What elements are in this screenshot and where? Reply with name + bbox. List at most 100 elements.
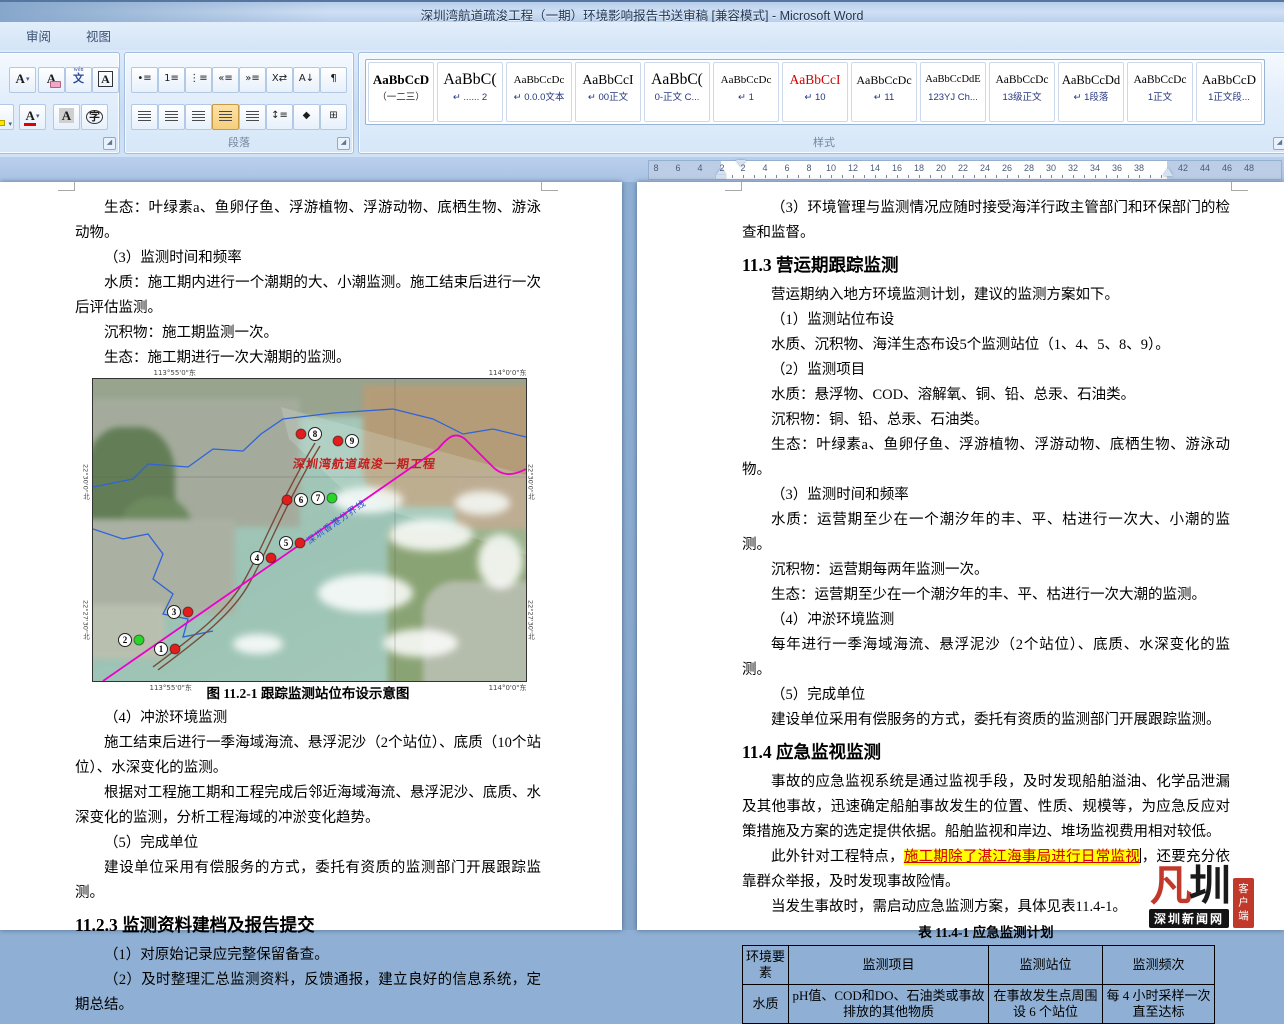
line-spacing-icon: ↕≡ [271,110,288,121]
paragraph: 水质：运营期至少在一个潮汐年的丰、平、枯进行一次大、小潮的监测。 [742,508,1230,558]
monitoring-station-2: 2 [118,634,144,647]
coord-label: 113°55'0"东 [150,683,192,693]
monitoring-station-7: 7 [311,492,337,505]
coord-label: 22°27'30"北 [526,600,536,639]
paragraph-dialog-launcher[interactable]: ◢ [337,137,350,150]
style-name: ↵ 00正文 [576,91,640,105]
show-hide-marks-icon: ¶ [330,73,336,84]
style-name: 123YJ Ch... [921,91,985,105]
svg-text:8: 8 [312,429,317,439]
sort-button[interactable]: A↓ [293,67,320,93]
ruler-number: 46 [1220,163,1234,173]
style-card[interactable]: AaBbCcDd↵ 1段落 [1058,62,1124,122]
ruler-number: 6 [780,163,794,173]
enclose-characters-button[interactable]: 字 [81,104,108,130]
align-left-button[interactable] [131,104,158,130]
phonetic-guide-button[interactable]: wén 文 [65,67,92,93]
ruler-number: 20 [934,163,948,173]
page-right[interactable]: （3）环境管理与监测情况应随时接受海洋行政主管部门和环保部门的检查和监督。11.… [637,182,1284,930]
increase-indent-button[interactable]: »≡ [239,67,266,93]
character-border-button[interactable]: A [92,67,119,93]
style-card[interactable]: AaBbCcDdE123YJ Ch... [920,62,986,122]
font-dialog-launcher[interactable]: ◢ [103,137,116,150]
clear-formatting-button[interactable]: A [38,67,65,93]
svg-text:2: 2 [122,635,127,645]
style-card[interactable]: AaBbCcDc13级正文 [989,62,1055,122]
grow-shrink-font-button[interactable]: A▾ [9,67,36,93]
heading: 11.4 应急监视监测 [742,739,1230,765]
asian-layout-icon: X⇄ [272,73,287,84]
font-color-button[interactable]: A▾ [19,104,46,130]
map-overlay: 896754321 [93,379,526,681]
monitoring-station-6: 6 [282,494,308,507]
shading-button[interactable]: ◆ [293,104,320,130]
justify-button[interactable] [212,104,239,130]
asian-layout-button[interactable]: X⇄ [266,67,293,93]
bullets-button[interactable]: •≡ [131,67,158,93]
paragraph: 沉积物：运营期每两年监测一次。 [742,558,1230,583]
paragraph: （1）对原始记录应完整保留备查。 [75,943,541,968]
align-right-button[interactable] [185,104,212,130]
paragraph: 营运期纳入地方环境监测计划，建议的监测方案如下。 [742,283,1230,308]
character-shading-button[interactable]: A [53,104,80,130]
tab-review[interactable]: 审阅 [12,27,65,47]
styles-group-label: 样式 [359,134,1284,150]
paragraph: 生态：施工期进行一次大潮期的监测。 [75,346,541,371]
borders-button[interactable]: ⊞ [320,104,347,130]
ruler-number: 4 [693,163,707,173]
style-card[interactable]: AaBbCcD（一二三） [368,62,434,122]
align-center-button[interactable] [158,104,185,130]
style-sample: AaBbC( [438,69,502,91]
increase-indent-icon: »≡ [245,73,260,84]
paragraph: 生态：运营期至少在一个潮汐年的丰、平、枯进行一次大潮的监测。 [742,583,1230,608]
right-indent-marker[interactable] [1163,168,1173,176]
svg-text:7: 7 [315,493,320,503]
paragraph: 水质、沉积物、海洋生态布设5个监测站位（1、4、5、8、9）。 [742,333,1230,358]
paragraph-group: •≡1≡⋮≡«≡»≡X⇄A↓¶ ↕≡◆⊞ 段落 ◢ [124,52,354,154]
svg-text:6: 6 [298,495,303,505]
horizontal-ruler[interactable]: 8642246810121416182022242628303234363842… [648,160,1282,180]
style-name: 0-正文 C... [645,91,709,105]
style-card[interactable]: AaBbCcD1正文段... [1196,62,1262,122]
multilevel-list-button[interactable]: ⋮≡ [185,67,212,93]
monitoring-station-4: 4 [250,552,276,565]
style-sample: AaBbCcD [369,69,433,91]
paragraph: 每年进行一季海域海流、悬浮泥沙（2个站位）、底质、水深变化的监测。 [742,633,1230,683]
style-card[interactable]: AaBbC(↵ ...... 2 [437,62,503,122]
tab-view[interactable]: 视图 [72,27,125,47]
decrease-indent-button[interactable]: «≡ [212,67,239,93]
title-bar[interactable]: 深圳湾航道疏浚工程（一期）环境影响报告书送审稿 [兼容模式] - Microso… [0,0,1284,24]
paragraph: 沉积物：施工期监测一次。 [75,321,541,346]
map-figure[interactable]: 113°55'0"东 114°0'0"东 113°55'0"东 114°0'0"… [92,378,525,682]
show-hide-marks-button[interactable]: ¶ [320,67,347,93]
left-indent-marker[interactable] [716,175,726,179]
coastline [393,409,526,437]
style-card[interactable]: AaBbCcI↵ 10 [782,62,848,122]
style-card[interactable]: AaBbCcDc↵ 11 [851,62,917,122]
paragraph: （3）监测时间和频率 [75,246,541,271]
paragraph: （4）冲淤环境监测 [75,706,541,731]
styles-dialog-launcher[interactable]: ◢ [1273,137,1284,150]
paragraph: 事故的应急监视系统是通过监视手段，及时发现船舶溢油、化学品泄漏及其他事故，迅速确… [742,770,1230,845]
style-card[interactable]: AaBbC(0-正文 C... [644,62,710,122]
style-card[interactable]: AaBbCcDc1正文 [1127,62,1193,122]
style-card[interactable]: AaBbCcDc↵ 1 [713,62,779,122]
text-highlight-button[interactable]: ▾ [0,104,14,130]
line-spacing-button[interactable]: ↕≡ [266,104,293,130]
coord-label: 22°30'0"北 [526,464,536,499]
distribute-button[interactable] [239,104,266,130]
decrease-indent-icon: «≡ [218,73,233,84]
style-name: ↵ 0.0.0文本 [507,91,571,105]
paragraph: 施工结束后进行一季海域海流、悬浮泥沙（2个站位）、底质（10个站位）、水深变化的… [75,731,541,781]
shading-icon: ◆ [303,110,311,121]
style-card[interactable]: AaBbCcDc↵ 0.0.0文本 [506,62,572,122]
numbering-button[interactable]: 1≡ [158,67,185,93]
style-card[interactable]: AaBbCcI↵ 00正文 [575,62,641,122]
page-left[interactable]: 生态：叶绿素a、鱼卵仔鱼、浮游植物、浮游动物、底栖生物、游泳动物。（3）监测时间… [0,182,622,930]
multilevel-list-icon: ⋮≡ [189,73,207,84]
text-boundary-mark [1231,182,1248,191]
ruler-number: 38 [1132,163,1146,173]
paragraph: （3）监测时间和频率 [742,483,1230,508]
paragraph: 水质：施工期内进行一个潮期的大、小潮监测。施工结束后进行一次后评估监测。 [75,271,541,321]
style-name: ↵ 10 [783,91,847,105]
